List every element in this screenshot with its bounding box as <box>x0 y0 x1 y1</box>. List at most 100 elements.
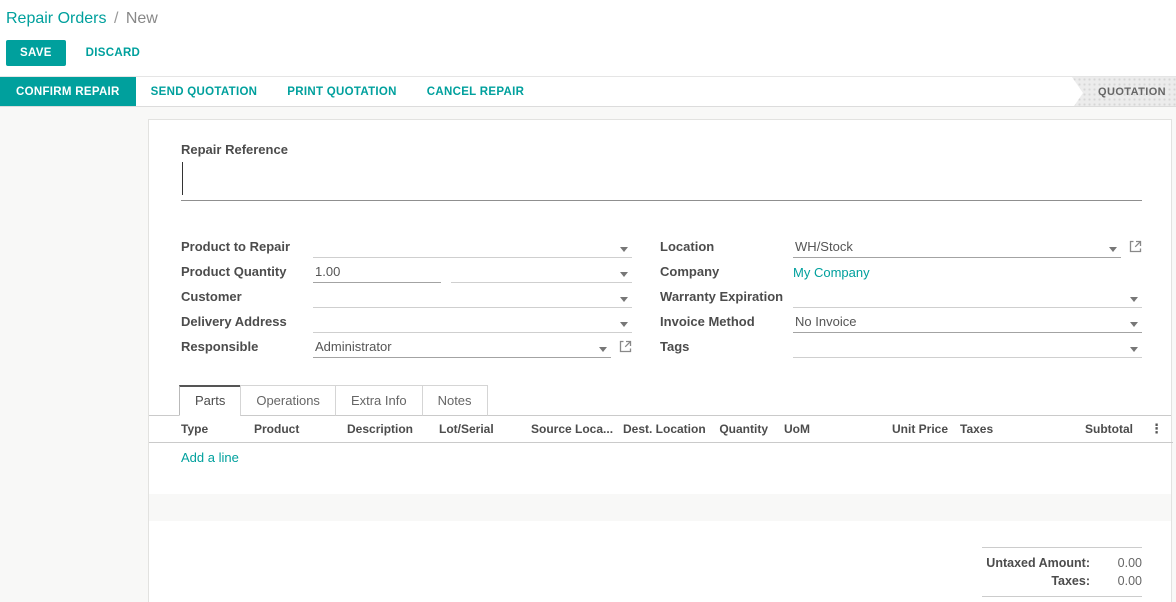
chevron-down-icon[interactable] <box>1130 297 1138 302</box>
column-header-source-location[interactable]: Source Loca... <box>523 416 615 443</box>
field-grid: Product to Repair Product Quantity 1.00 … <box>181 233 1142 358</box>
column-header-taxes[interactable]: Taxes <box>952 416 1074 443</box>
tab-operations[interactable]: Operations <box>240 385 336 416</box>
customer-input[interactable] <box>313 297 632 308</box>
discard-button[interactable]: DISCARD <box>72 41 155 65</box>
responsible-value: Administrator <box>315 339 392 354</box>
column-header-unit-price[interactable]: Unit Price <box>884 416 952 443</box>
column-header-description[interactable]: Description <box>339 416 431 443</box>
location-input[interactable]: WH/Stock <box>793 239 1142 258</box>
tags-label: Tags <box>660 339 793 358</box>
field-location: Location WH/Stock <box>660 233 1142 258</box>
location-label: Location <box>660 239 793 258</box>
empty-list-row <box>149 521 1171 547</box>
taxes-label: Taxes: <box>1051 574 1090 588</box>
main-content: Repair Reference Product to Repair Produ… <box>0 107 1176 602</box>
column-header-subtotal[interactable]: Subtotal <box>1074 416 1141 443</box>
field-company: Company My Company <box>660 258 1142 283</box>
chevron-down-icon[interactable] <box>1109 247 1117 252</box>
chevron-down-icon[interactable] <box>1130 347 1138 352</box>
product-quantity-label: Product Quantity <box>181 264 313 283</box>
product-to-repair-label: Product to Repair <box>181 239 313 258</box>
column-header-product[interactable]: Product <box>246 416 339 443</box>
field-product-quantity: Product Quantity 1.00 <box>181 258 632 283</box>
field-delivery-address: Delivery Address <box>181 308 632 333</box>
untaxed-amount-value: 0.00 <box>1090 556 1142 570</box>
totals-section: Untaxed Amount: 0.00 Taxes: 0.00 Total: … <box>181 547 1142 602</box>
save-button[interactable]: SAVE <box>6 40 66 66</box>
warranty-expiration-input[interactable] <box>793 297 1142 308</box>
chevron-down-icon[interactable] <box>620 247 628 252</box>
taxes-row: Taxes: 0.00 <box>982 572 1142 590</box>
tab-notes[interactable]: Notes <box>422 385 488 416</box>
parts-list-table: Type Product Description Lot/Serial Sour… <box>149 416 1173 443</box>
action-buttons: SAVE DISCARD <box>6 36 1176 76</box>
optional-columns-icon[interactable]: ⋮ <box>1141 416 1173 443</box>
customer-label: Customer <box>181 289 313 308</box>
total-row: Total: (update) 0.00 <box>982 596 1142 602</box>
column-header-dest-location[interactable]: Dest. Location <box>615 416 707 443</box>
tab-parts[interactable]: Parts <box>179 385 241 416</box>
delivery-address-label: Delivery Address <box>181 314 313 333</box>
top-header: Repair Orders / New SAVE DISCARD <box>0 0 1176 76</box>
delivery-address-input[interactable] <box>313 322 632 333</box>
stage-indicator: QUOTATION <box>1072 77 1176 106</box>
company-link-wrap: My Company <box>793 265 1142 283</box>
product-to-repair-input[interactable] <box>313 247 632 258</box>
left-field-column: Product to Repair Product Quantity 1.00 … <box>181 233 632 358</box>
send-quotation-button[interactable]: SEND QUOTATION <box>136 77 273 106</box>
tab-extra-info[interactable]: Extra Info <box>335 385 423 416</box>
field-customer: Customer <box>181 283 632 308</box>
tab-bar: Parts Operations Extra Info Notes <box>149 384 1171 416</box>
chevron-down-icon[interactable] <box>620 297 628 302</box>
statusbar: CONFIRM REPAIR SEND QUOTATION PRINT QUOT… <box>0 76 1176 107</box>
untaxed-amount-label: Untaxed Amount: <box>986 556 1090 570</box>
responsible-input[interactable]: Administrator <box>313 339 632 358</box>
stage-quotation[interactable]: QUOTATION <box>1072 77 1176 106</box>
chevron-down-icon[interactable] <box>620 272 628 277</box>
warranty-expiration-label: Warranty Expiration <box>660 289 793 308</box>
field-tags: Tags <box>660 333 1142 358</box>
column-header-uom[interactable]: UoM <box>776 416 884 443</box>
tags-input[interactable] <box>793 347 1142 358</box>
external-link-icon[interactable] <box>619 340 632 356</box>
breadcrumb-separator: / <box>111 10 121 27</box>
chevron-down-icon[interactable] <box>1130 322 1138 327</box>
add-a-line-link[interactable]: Add a line <box>181 450 239 465</box>
totals-block: Untaxed Amount: 0.00 Taxes: 0.00 Total: … <box>982 547 1142 602</box>
column-header-quantity[interactable]: Quantity <box>707 416 776 443</box>
breadcrumb-repair-orders[interactable]: Repair Orders <box>6 10 106 27</box>
invoice-method-label: Invoice Method <box>660 314 793 333</box>
field-product-to-repair: Product to Repair <box>181 233 632 258</box>
print-quotation-button[interactable]: PRINT QUOTATION <box>272 77 411 106</box>
repair-reference-input[interactable] <box>181 159 1142 201</box>
add-line-row: Add a line <box>149 443 1171 472</box>
taxes-value: 0.00 <box>1090 574 1142 588</box>
invoice-method-select[interactable]: No Invoice <box>793 314 1142 333</box>
field-responsible: Responsible Administrator <box>181 333 632 358</box>
company-label: Company <box>660 264 793 283</box>
chevron-down-icon[interactable] <box>599 347 607 352</box>
parts-table-header-row: Type Product Description Lot/Serial Sour… <box>149 416 1173 443</box>
field-invoice-method: Invoice Method No Invoice <box>660 308 1142 333</box>
statusbar-buttons: CONFIRM REPAIR SEND QUOTATION PRINT QUOT… <box>0 77 539 106</box>
cancel-repair-button[interactable]: CANCEL REPAIR <box>412 77 539 106</box>
company-value-link[interactable]: My Company <box>793 265 870 283</box>
column-header-lot-serial[interactable]: Lot/Serial <box>431 416 523 443</box>
empty-list-row-striped <box>149 494 1171 521</box>
form-sheet: Repair Reference Product to Repair Produ… <box>148 119 1172 602</box>
repair-reference-label: Repair Reference <box>181 142 1142 157</box>
text-cursor <box>182 162 183 195</box>
confirm-repair-button[interactable]: CONFIRM REPAIR <box>0 77 136 106</box>
product-quantity-input[interactable]: 1.00 <box>313 264 632 283</box>
external-link-icon[interactable] <box>1129 240 1142 256</box>
untaxed-amount-row: Untaxed Amount: 0.00 <box>982 554 1142 572</box>
notebook: Parts Operations Extra Info Notes Type P… <box>149 384 1171 547</box>
right-field-column: Location WH/Stock Company My Company War… <box>660 233 1142 358</box>
location-value: WH/Stock <box>795 239 853 254</box>
responsible-label: Responsible <box>181 339 313 358</box>
breadcrumb-current: New <box>126 10 158 27</box>
column-header-type[interactable]: Type <box>149 416 246 443</box>
chevron-down-icon[interactable] <box>620 322 628 327</box>
invoice-method-value: No Invoice <box>795 314 856 329</box>
